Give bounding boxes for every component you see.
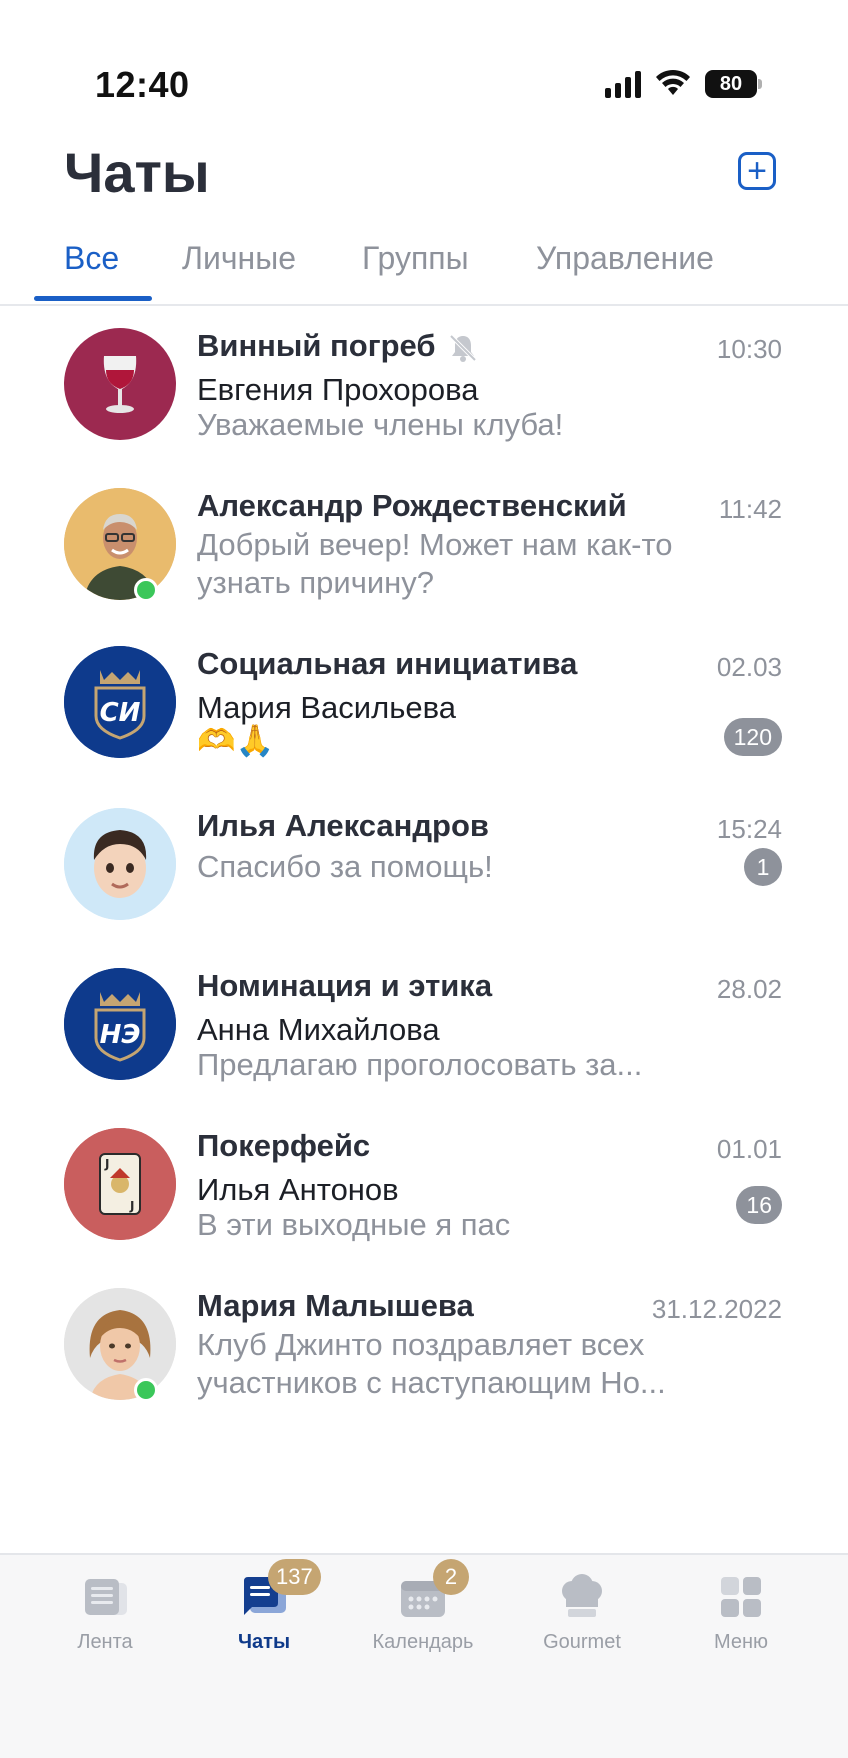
tabbar-menu[interactable]: Меню (671, 1573, 811, 1654)
chat-sender: Анна Михайлова (197, 1012, 440, 1047)
chat-name: Покерфейс (197, 1128, 371, 1163)
muted-bell-icon (449, 334, 477, 362)
tabbar-label: Календарь (372, 1631, 474, 1653)
chat-row-alexander[interactable]: Александр Рождественский 11:42 Добрый ве… (0, 470, 848, 620)
chef-hat-icon (556, 1573, 608, 1621)
chat-sender: Евгения Прохорова (197, 372, 479, 407)
chat-row-ilya-alexandrov[interactable]: Илья Александров 15:24 Спасибо за помощь… (0, 790, 848, 940)
chat-name: Винный погреб (197, 328, 436, 363)
tab-management[interactable]: Управление (536, 240, 714, 277)
chat-preview: Уважаемые члены клуба! (197, 407, 564, 442)
avatar (64, 1288, 176, 1400)
chat-time: 10:30 (716, 334, 782, 364)
status-time: 12:40 (95, 64, 190, 105)
tab-personal[interactable]: Личные (182, 240, 296, 277)
avatar (64, 808, 176, 920)
chat-name: Илья Александров (197, 808, 489, 843)
chat-row-wine-cellar[interactable]: Винный погреб 10:30 Евгения Прохорова Ув… (0, 310, 848, 460)
joker-card-icon: J J (64, 1128, 176, 1240)
tabbar-feed[interactable]: Лента (35, 1573, 175, 1654)
online-indicator (134, 578, 158, 602)
battery-tip (758, 79, 762, 89)
chat-preview: Клуб Джинто поздравляет всех участников … (197, 1327, 666, 1400)
unread-badge: 16 (736, 1186, 782, 1224)
tabbar-label: Чаты (237, 1631, 291, 1653)
status-bar: 12:40 80 (0, 0, 848, 120)
avatar: НЭ (64, 968, 176, 1080)
calendar-badge: 2 (433, 1559, 469, 1595)
chat-preview: Предлагаю проголосовать за... (197, 1047, 643, 1082)
new-chat-button[interactable]: + (738, 152, 776, 190)
unread-badge: 1 (744, 848, 782, 886)
svg-text:J: J (104, 1157, 109, 1171)
chat-time: 28.02 (716, 974, 782, 1004)
tabbar-label: Меню (713, 1631, 769, 1653)
battery-icon: 80 (705, 70, 757, 98)
tabbar-calendar[interactable]: 2 Календарь (353, 1559, 493, 1654)
chat-name: Александр Рождественский (197, 488, 627, 523)
wine-glass-icon (103, 356, 137, 413)
chat-sender: Илья Антонов (197, 1172, 399, 1207)
chat-time: 11:42 (718, 494, 782, 524)
crest-text: НЭ (100, 1020, 141, 1050)
chat-preview: В эти выходные я пас (197, 1207, 511, 1242)
chat-icon: 137 (238, 1559, 321, 1621)
chat-row-social-initiative[interactable]: СИ Социальная инициатива 02.03 Мария Вас… (0, 628, 848, 788)
tabbar-label: Лента (77, 1631, 133, 1653)
tabbar-chats[interactable]: 137 Чаты (194, 1559, 334, 1654)
chat-row-pokerface[interactable]: J J Покерфейс 01.01 Илья Антонов В эти в… (0, 1110, 848, 1260)
online-indicator (134, 1378, 158, 1402)
tabbar-gourmet[interactable]: Gourmet (512, 1573, 652, 1654)
crest-logo: СИ (64, 646, 176, 758)
avatar: СИ (64, 646, 176, 758)
avatar: J J (64, 1128, 176, 1240)
crest-logo: НЭ (64, 968, 176, 1080)
chat-preview: Спасибо за помощь! (197, 849, 493, 884)
avatar (64, 488, 176, 600)
chat-preview: 🫶🙏 (197, 723, 275, 758)
chat-name: Мария Малышева (197, 1288, 474, 1323)
chat-time: 02.03 (716, 652, 782, 682)
plus-icon: + (747, 152, 767, 190)
wifi-icon (656, 69, 690, 95)
memoji-avatar (64, 808, 176, 920)
chat-time: 15:24 (716, 814, 782, 844)
tab-all[interactable]: Все (64, 240, 119, 277)
chat-sender: Мария Васильева (197, 690, 456, 725)
calendar-icon: 2 (397, 1559, 469, 1621)
chat-time: 01.01 (716, 1134, 782, 1164)
chat-preview: Добрый вечер! Может нам как-то узнать пр… (197, 527, 673, 600)
chat-name: Номинация и этика (197, 968, 493, 1003)
unread-badge: 120 (723, 718, 782, 756)
chat-name: Социальная инициатива (197, 646, 578, 681)
chats-unread-badge: 137 (268, 1559, 321, 1595)
svg-text:J: J (129, 1199, 134, 1213)
active-tab-indicator (34, 296, 152, 301)
page-title: Чаты (64, 141, 210, 204)
cellular-signal-icon (605, 70, 641, 98)
person-photo (64, 1288, 176, 1400)
feed-icon (79, 1573, 131, 1621)
bottom-tab-bar: Лента 137 Чаты 2 Календарь Gourmet Меню (0, 1553, 848, 1758)
person-photo (64, 488, 176, 600)
tab-groups[interactable]: Группы (362, 240, 469, 277)
chat-time: 31.12.2022 (651, 1294, 782, 1324)
grid-icon (715, 1573, 767, 1621)
chat-row-maria-malysheva[interactable]: Мария Малышева 31.12.2022 Клуб Джинто по… (0, 1270, 848, 1420)
tabbar-label: Gourmet (543, 1631, 621, 1653)
chat-row-nomination-ethics[interactable]: НЭ Номинация и этика 28.02 Анна Михайлов… (0, 950, 848, 1100)
crest-text: СИ (100, 698, 141, 728)
chat-filter-tabs: Все Личные Группы Управление (0, 236, 848, 306)
avatar (64, 328, 176, 440)
